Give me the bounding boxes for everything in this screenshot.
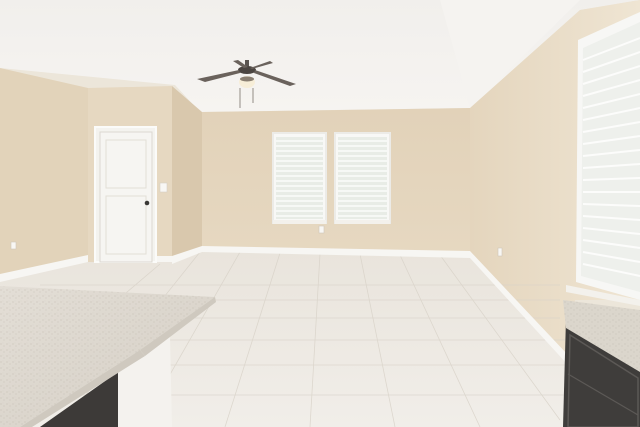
door[interactable] xyxy=(94,126,157,263)
outlet-icon xyxy=(10,241,17,250)
outlet-icon xyxy=(497,247,503,257)
window-right xyxy=(334,132,391,224)
light-switch-icon[interactable] xyxy=(159,182,168,193)
kitchen-cabinet xyxy=(563,300,640,427)
window-left xyxy=(272,132,327,224)
room-photo xyxy=(0,0,640,427)
outlet-icon xyxy=(318,225,325,234)
door-knob-icon[interactable] xyxy=(144,200,150,206)
corner-column xyxy=(172,86,202,262)
